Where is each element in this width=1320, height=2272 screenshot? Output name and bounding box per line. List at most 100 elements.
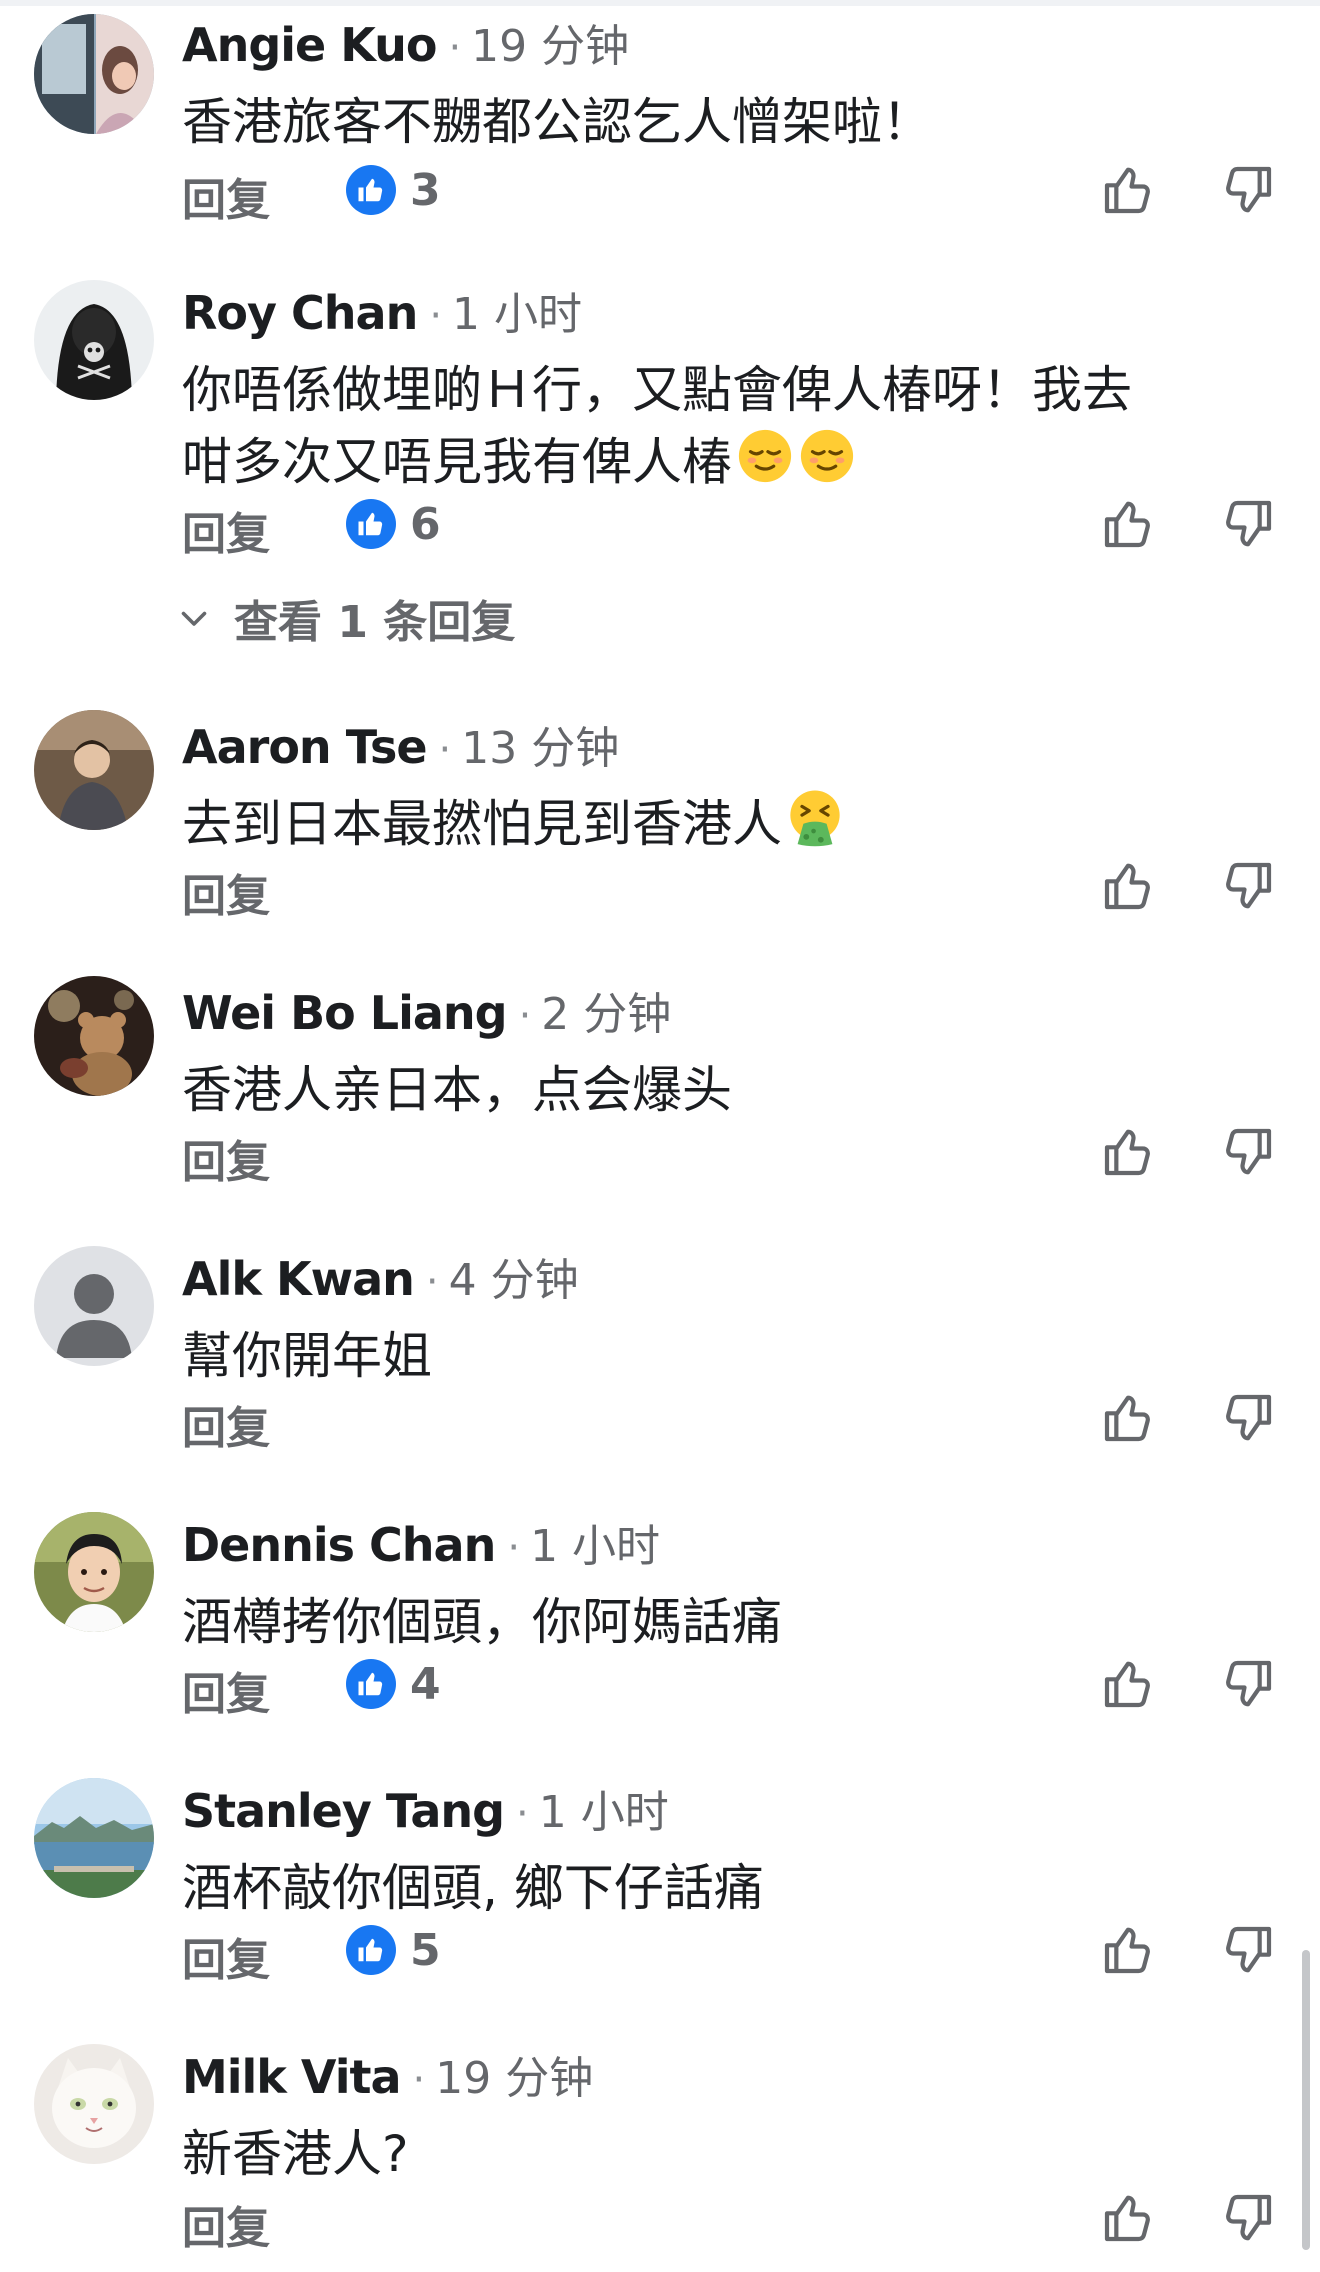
thumb-down-icon[interactable]	[1220, 1656, 1276, 1712]
comment-text: 酒樽拷你個頭，你阿媽話痛	[182, 1586, 782, 1658]
comment-text: 幫你開年姐	[182, 1320, 432, 1392]
reaction-summary[interactable]: 4	[346, 1656, 441, 1712]
separator-dot: ·	[425, 1259, 439, 1305]
separator-dot: ·	[518, 993, 532, 1039]
profile-photo-cat-icon	[34, 2044, 154, 2164]
avatar[interactable]	[34, 1512, 154, 1632]
comment-item: Dennis Chan · 1 小时 酒樽拷你個頭，你阿媽話痛 回复 4	[0, 1508, 1320, 1728]
avatar[interactable]	[34, 1778, 154, 1898]
like-count: 6	[410, 498, 441, 550]
avatar[interactable]	[34, 1246, 154, 1366]
comment-item: Angie Kuo · 19 分钟 香港旅客不嬲都公認乞人憎架啦！ 回复 3	[0, 8, 1320, 228]
comment-text-line: 香港人亲日本，点会爆头	[182, 1061, 732, 1119]
thumb-up-icon[interactable]	[1100, 162, 1156, 218]
author-name[interactable]: Alk Kwan	[182, 1252, 415, 1306]
profile-photo-harbour-icon	[34, 1778, 154, 1898]
like-reaction-icon	[346, 1925, 396, 1975]
like-count: 5	[410, 1924, 441, 1976]
avatar[interactable]	[34, 280, 154, 400]
comment-actions: 回复	[182, 1388, 1302, 1454]
reply-button[interactable]: 回复	[182, 2192, 270, 2256]
timestamp[interactable]: 19 分钟	[435, 2042, 593, 2106]
thumb-down-icon[interactable]	[1220, 1390, 1276, 1446]
timestamp[interactable]: 19 分钟	[471, 10, 629, 74]
profile-photo-teddy-icon	[34, 976, 154, 1096]
comment-actions: 回复	[182, 2188, 1302, 2254]
reply-button[interactable]: 回复	[182, 1924, 270, 1988]
author-name[interactable]: Wei Bo Liang	[182, 986, 508, 1040]
comment-actions: 回复	[182, 856, 1302, 922]
author-name[interactable]: Dennis Chan	[182, 1518, 496, 1572]
like-count: 4	[410, 1658, 441, 1710]
comment-text-line: 幫你開年姐	[182, 1327, 432, 1385]
reaction-summary[interactable]: 6	[346, 496, 441, 552]
thumb-down-icon[interactable]	[1220, 1124, 1276, 1180]
profile-photo-face-icon	[34, 1512, 154, 1632]
comment-header: Wei Bo Liang · 2 分钟	[182, 978, 671, 1040]
comment-item: Aaron Tse · 13 分钟 去到日本最撚怕見到香港人 回复	[0, 710, 1320, 930]
author-name[interactable]: Stanley Tang	[182, 1784, 505, 1838]
thumb-down-icon[interactable]	[1220, 1922, 1276, 1978]
author-name[interactable]: Roy Chan	[182, 286, 418, 340]
thumb-up-icon[interactable]	[1100, 1124, 1156, 1180]
thumb-up-icon[interactable]	[1100, 496, 1156, 552]
comment-item: Wei Bo Liang · 2 分钟 香港人亲日本，点会爆头 回复	[0, 976, 1320, 1196]
reaction-summary[interactable]: 3	[346, 162, 441, 218]
comment-text: 香港旅客不嬲都公認乞人憎架啦！	[182, 86, 932, 158]
separator-dot: ·	[438, 727, 452, 773]
scrollbar[interactable]	[1302, 1950, 1310, 2250]
like-reaction-icon	[346, 165, 396, 215]
comment-actions: 回复 3	[182, 160, 1302, 226]
timestamp[interactable]: 13 分钟	[461, 712, 619, 776]
chevron-down-icon	[176, 600, 212, 636]
thumb-up-icon[interactable]	[1100, 1922, 1156, 1978]
profile-photo-hoodie-icon	[34, 280, 154, 400]
timestamp[interactable]: 4 分钟	[449, 1244, 579, 1308]
avatar[interactable]	[34, 2044, 154, 2164]
thumb-down-icon[interactable]	[1220, 496, 1276, 552]
reply-button[interactable]: 回复	[182, 164, 270, 228]
thumb-down-icon[interactable]	[1220, 162, 1276, 218]
author-name[interactable]: Angie Kuo	[182, 18, 437, 72]
thumb-down-icon[interactable]	[1220, 2190, 1276, 2246]
timestamp[interactable]: 1 小时	[530, 1510, 660, 1574]
like-reaction-icon	[346, 499, 396, 549]
reaction-summary[interactable]: 5	[346, 1922, 441, 1978]
avatar[interactable]	[34, 14, 154, 134]
timestamp[interactable]: 2 分钟	[541, 978, 671, 1042]
separator-dot: ·	[507, 1525, 521, 1571]
thumb-up-icon[interactable]	[1100, 858, 1156, 914]
thumb-up-icon[interactable]	[1100, 2190, 1156, 2246]
relieved-face-emoji	[798, 427, 856, 485]
reply-button[interactable]: 回复	[182, 1658, 270, 1722]
reply-button[interactable]: 回复	[182, 498, 270, 562]
reply-button[interactable]: 回复	[182, 860, 270, 924]
comment-header: Roy Chan · 1 小时	[182, 278, 582, 340]
timestamp[interactable]: 1 小时	[539, 1776, 669, 1840]
timestamp[interactable]: 1 小时	[452, 278, 582, 342]
comment-item: Alk Kwan · 4 分钟 幫你開年姐 回复	[0, 1242, 1320, 1462]
thumb-up-icon[interactable]	[1100, 1656, 1156, 1712]
comment-text-line: 酒杯敲你個頭, 鄉下仔話痛	[182, 1859, 764, 1917]
view-replies-link[interactable]: 查看 1 条回复	[176, 588, 515, 648]
thumb-up-icon[interactable]	[1100, 1390, 1156, 1446]
avatar[interactable]	[34, 976, 154, 1096]
comment-item: Roy Chan · 1 小时 你唔係做埋啲Ｈ行，又點會俾人椿呀！我去 咁多次又…	[0, 276, 1320, 648]
default-avatar-icon	[34, 1246, 154, 1366]
comment-text-span: 咁多次又唔見我有俾人椿	[182, 433, 732, 491]
comment-header: Alk Kwan · 4 分钟	[182, 1244, 579, 1306]
comment-header: Angie Kuo · 19 分钟	[182, 10, 629, 72]
comment-actions: 回复 4	[182, 1654, 1302, 1720]
avatar[interactable]	[34, 710, 154, 830]
separator-dot: ·	[429, 293, 443, 339]
separator-dot: ·	[412, 2057, 426, 2103]
comment-item: Stanley Tang · 1 小时 酒杯敲你個頭, 鄉下仔話痛 回复 5	[0, 1774, 1320, 1994]
thumb-down-icon[interactable]	[1220, 858, 1276, 914]
reply-button[interactable]: 回复	[182, 1126, 270, 1190]
reply-button[interactable]: 回复	[182, 1392, 270, 1456]
separator-dot: ·	[448, 25, 462, 71]
author-name[interactable]: Milk Vita	[182, 2050, 402, 2104]
author-name[interactable]: Aaron Tse	[182, 720, 428, 774]
comment-header: Dennis Chan · 1 小时	[182, 1510, 660, 1572]
comment-text: 香港人亲日本，点会爆头	[182, 1054, 732, 1126]
